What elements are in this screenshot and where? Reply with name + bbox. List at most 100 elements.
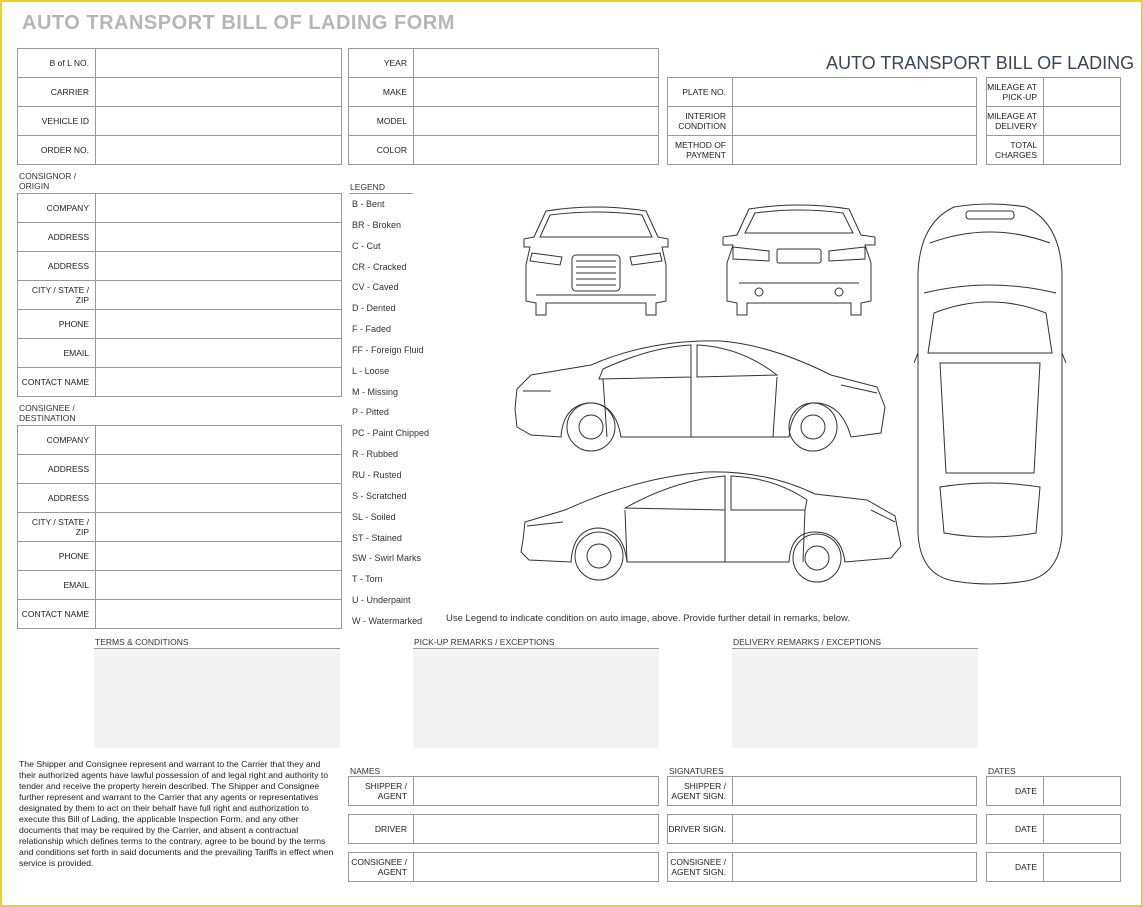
consignor-phone-field[interactable]	[95, 309, 342, 339]
signatures-heading: SIGNATURES	[669, 766, 724, 776]
consignee-address2-field[interactable]	[95, 483, 342, 513]
make-field[interactable]	[413, 77, 659, 107]
signatures-table: SHIPPER / AGENT SIGN.	[667, 776, 977, 806]
order-info-table: B of L NO. CARRIER VEHICLE ID ORDER NO.	[17, 48, 342, 165]
color-field[interactable]	[413, 135, 659, 165]
field-label: YEAR	[348, 48, 414, 78]
consignor-email-field[interactable]	[95, 338, 342, 368]
consignee-name-field[interactable]	[413, 852, 659, 882]
field-label: CONSIGNEE / AGENT	[348, 852, 414, 882]
legend-item: M - Missing	[352, 386, 399, 397]
warranty-text: The Shipper and Consignee represent and …	[19, 759, 334, 868]
consignor-company-field[interactable]	[95, 193, 342, 223]
legend-item: PC - Paint Chipped	[352, 428, 430, 439]
names-heading: NAMES	[350, 766, 381, 776]
consignee-city-field[interactable]	[95, 512, 342, 542]
field-label: INTERIOR CONDITION	[667, 106, 733, 136]
car-left-side-icon[interactable]	[511, 337, 891, 455]
consignee-company-field[interactable]	[95, 425, 342, 455]
legend-item: F - Faded	[352, 324, 392, 335]
plate-number-field[interactable]	[732, 77, 977, 107]
field-label: EMAIL	[17, 570, 96, 600]
car-rear-view-icon[interactable]	[719, 203, 879, 319]
field-label: DATE	[986, 814, 1044, 844]
legend-item: T - Torn	[352, 574, 383, 585]
consignor-table: COMPANY ADDRESS ADDRESS CITY / STATE / Z…	[17, 193, 342, 397]
legend-item: C - Cut	[352, 240, 381, 251]
consignor-address2-field[interactable]	[95, 251, 342, 281]
field-label: SHIPPER / AGENT SIGN.	[667, 776, 733, 806]
terms-heading: TERMS & CONDITIONS	[95, 637, 189, 647]
legend-item: ST - Stained	[352, 532, 402, 543]
vehicle-info-table: YEAR MAKE MODEL COLOR	[348, 48, 659, 165]
signatures-table: CONSIGNEE / AGENT SIGN.	[667, 852, 977, 882]
field-label: PHONE	[17, 309, 96, 339]
model-field[interactable]	[413, 106, 659, 136]
consignor-contact-field[interactable]	[95, 367, 342, 397]
field-label: COMPANY	[17, 425, 96, 455]
field-label: CITY / STATE / ZIP	[17, 280, 96, 310]
legend-item: B - Bent	[352, 199, 385, 209]
field-label: ADDRESS	[17, 454, 96, 484]
legend-item: BR - Broken	[352, 219, 402, 230]
legend-heading: LEGEND	[350, 182, 385, 192]
names-table: CONSIGNEE / AGENT	[348, 852, 659, 882]
carrier-field[interactable]	[95, 77, 342, 107]
car-right-side-icon[interactable]	[515, 466, 905, 586]
field-label: DRIVER	[348, 814, 414, 844]
car-front-view-icon[interactable]	[516, 203, 676, 319]
field-label: TOTAL CHARGES	[986, 135, 1044, 165]
form-subtitle: AUTO TRANSPORT BILL OF LADING	[826, 53, 1135, 73]
mileage-table: MILEAGE AT PICK-UP MILEAGE AT DELIVERY T…	[986, 77, 1121, 165]
field-label: PLATE NO.	[667, 77, 733, 107]
field-label: ADDRESS	[17, 251, 96, 281]
year-field[interactable]	[413, 48, 659, 78]
form-title: AUTO TRANSPORT BILL OF LADING FORM	[22, 12, 455, 34]
shipper-signature-field[interactable]	[732, 776, 977, 806]
field-label: MILEAGE AT DELIVERY	[986, 106, 1044, 136]
consignee-email-field[interactable]	[95, 570, 342, 600]
field-label: CARRIER	[17, 77, 96, 107]
shipper-date-field[interactable]	[1043, 776, 1121, 806]
driver-name-field[interactable]	[413, 814, 659, 844]
names-table: DRIVER	[348, 814, 659, 844]
payment-method-field[interactable]	[732, 135, 977, 165]
legend-item: L - Loose	[352, 365, 390, 376]
field-label: CONTACT NAME	[17, 367, 96, 397]
field-label: B of L NO.	[17, 48, 96, 78]
consignee-address-field[interactable]	[95, 454, 342, 484]
legend-item: U - Underpaint	[352, 595, 411, 606]
consignee-table: COMPANY ADDRESS ADDRESS CITY / STATE / Z…	[17, 425, 342, 629]
vehicle-id-field[interactable]	[95, 106, 342, 136]
field-label: CITY / STATE / ZIP	[17, 512, 96, 542]
shipper-name-field[interactable]	[413, 776, 659, 806]
mileage-pickup-field[interactable]	[1043, 77, 1121, 107]
terms-box[interactable]	[94, 648, 340, 748]
order-number-field[interactable]	[95, 135, 342, 165]
delivery-remarks-box[interactable]	[732, 648, 978, 748]
field-label: SHIPPER / AGENT	[348, 776, 414, 806]
field-label: ORDER NO.	[17, 135, 96, 165]
car-top-view-icon[interactable]	[914, 203, 1066, 585]
dates-heading: DATES	[988, 766, 1016, 776]
legend-item: RU - Rusted	[352, 469, 402, 480]
consignee-date-field[interactable]	[1043, 852, 1121, 882]
consignor-city-field[interactable]	[95, 280, 342, 310]
mileage-delivery-field[interactable]	[1043, 106, 1121, 136]
consignee-signature-field[interactable]	[732, 852, 977, 882]
field-label: ADDRESS	[17, 222, 96, 252]
signatures-table: DRIVER SIGN.	[667, 814, 977, 844]
driver-date-field[interactable]	[1043, 814, 1121, 844]
field-label: CONTACT NAME	[17, 599, 96, 629]
pickup-remarks-box[interactable]	[413, 648, 659, 748]
consignor-address-field[interactable]	[95, 222, 342, 252]
legend-item: CR - Cracked	[352, 261, 407, 272]
interior-condition-field[interactable]	[732, 106, 977, 136]
field-label: PHONE	[17, 541, 96, 571]
consignee-phone-field[interactable]	[95, 541, 342, 571]
driver-signature-field[interactable]	[732, 814, 977, 844]
consignee-contact-field[interactable]	[95, 599, 342, 629]
total-charges-field[interactable]	[1043, 135, 1121, 165]
legend-item: R - Rubbed	[352, 449, 399, 460]
bol-number-field[interactable]	[95, 48, 342, 78]
